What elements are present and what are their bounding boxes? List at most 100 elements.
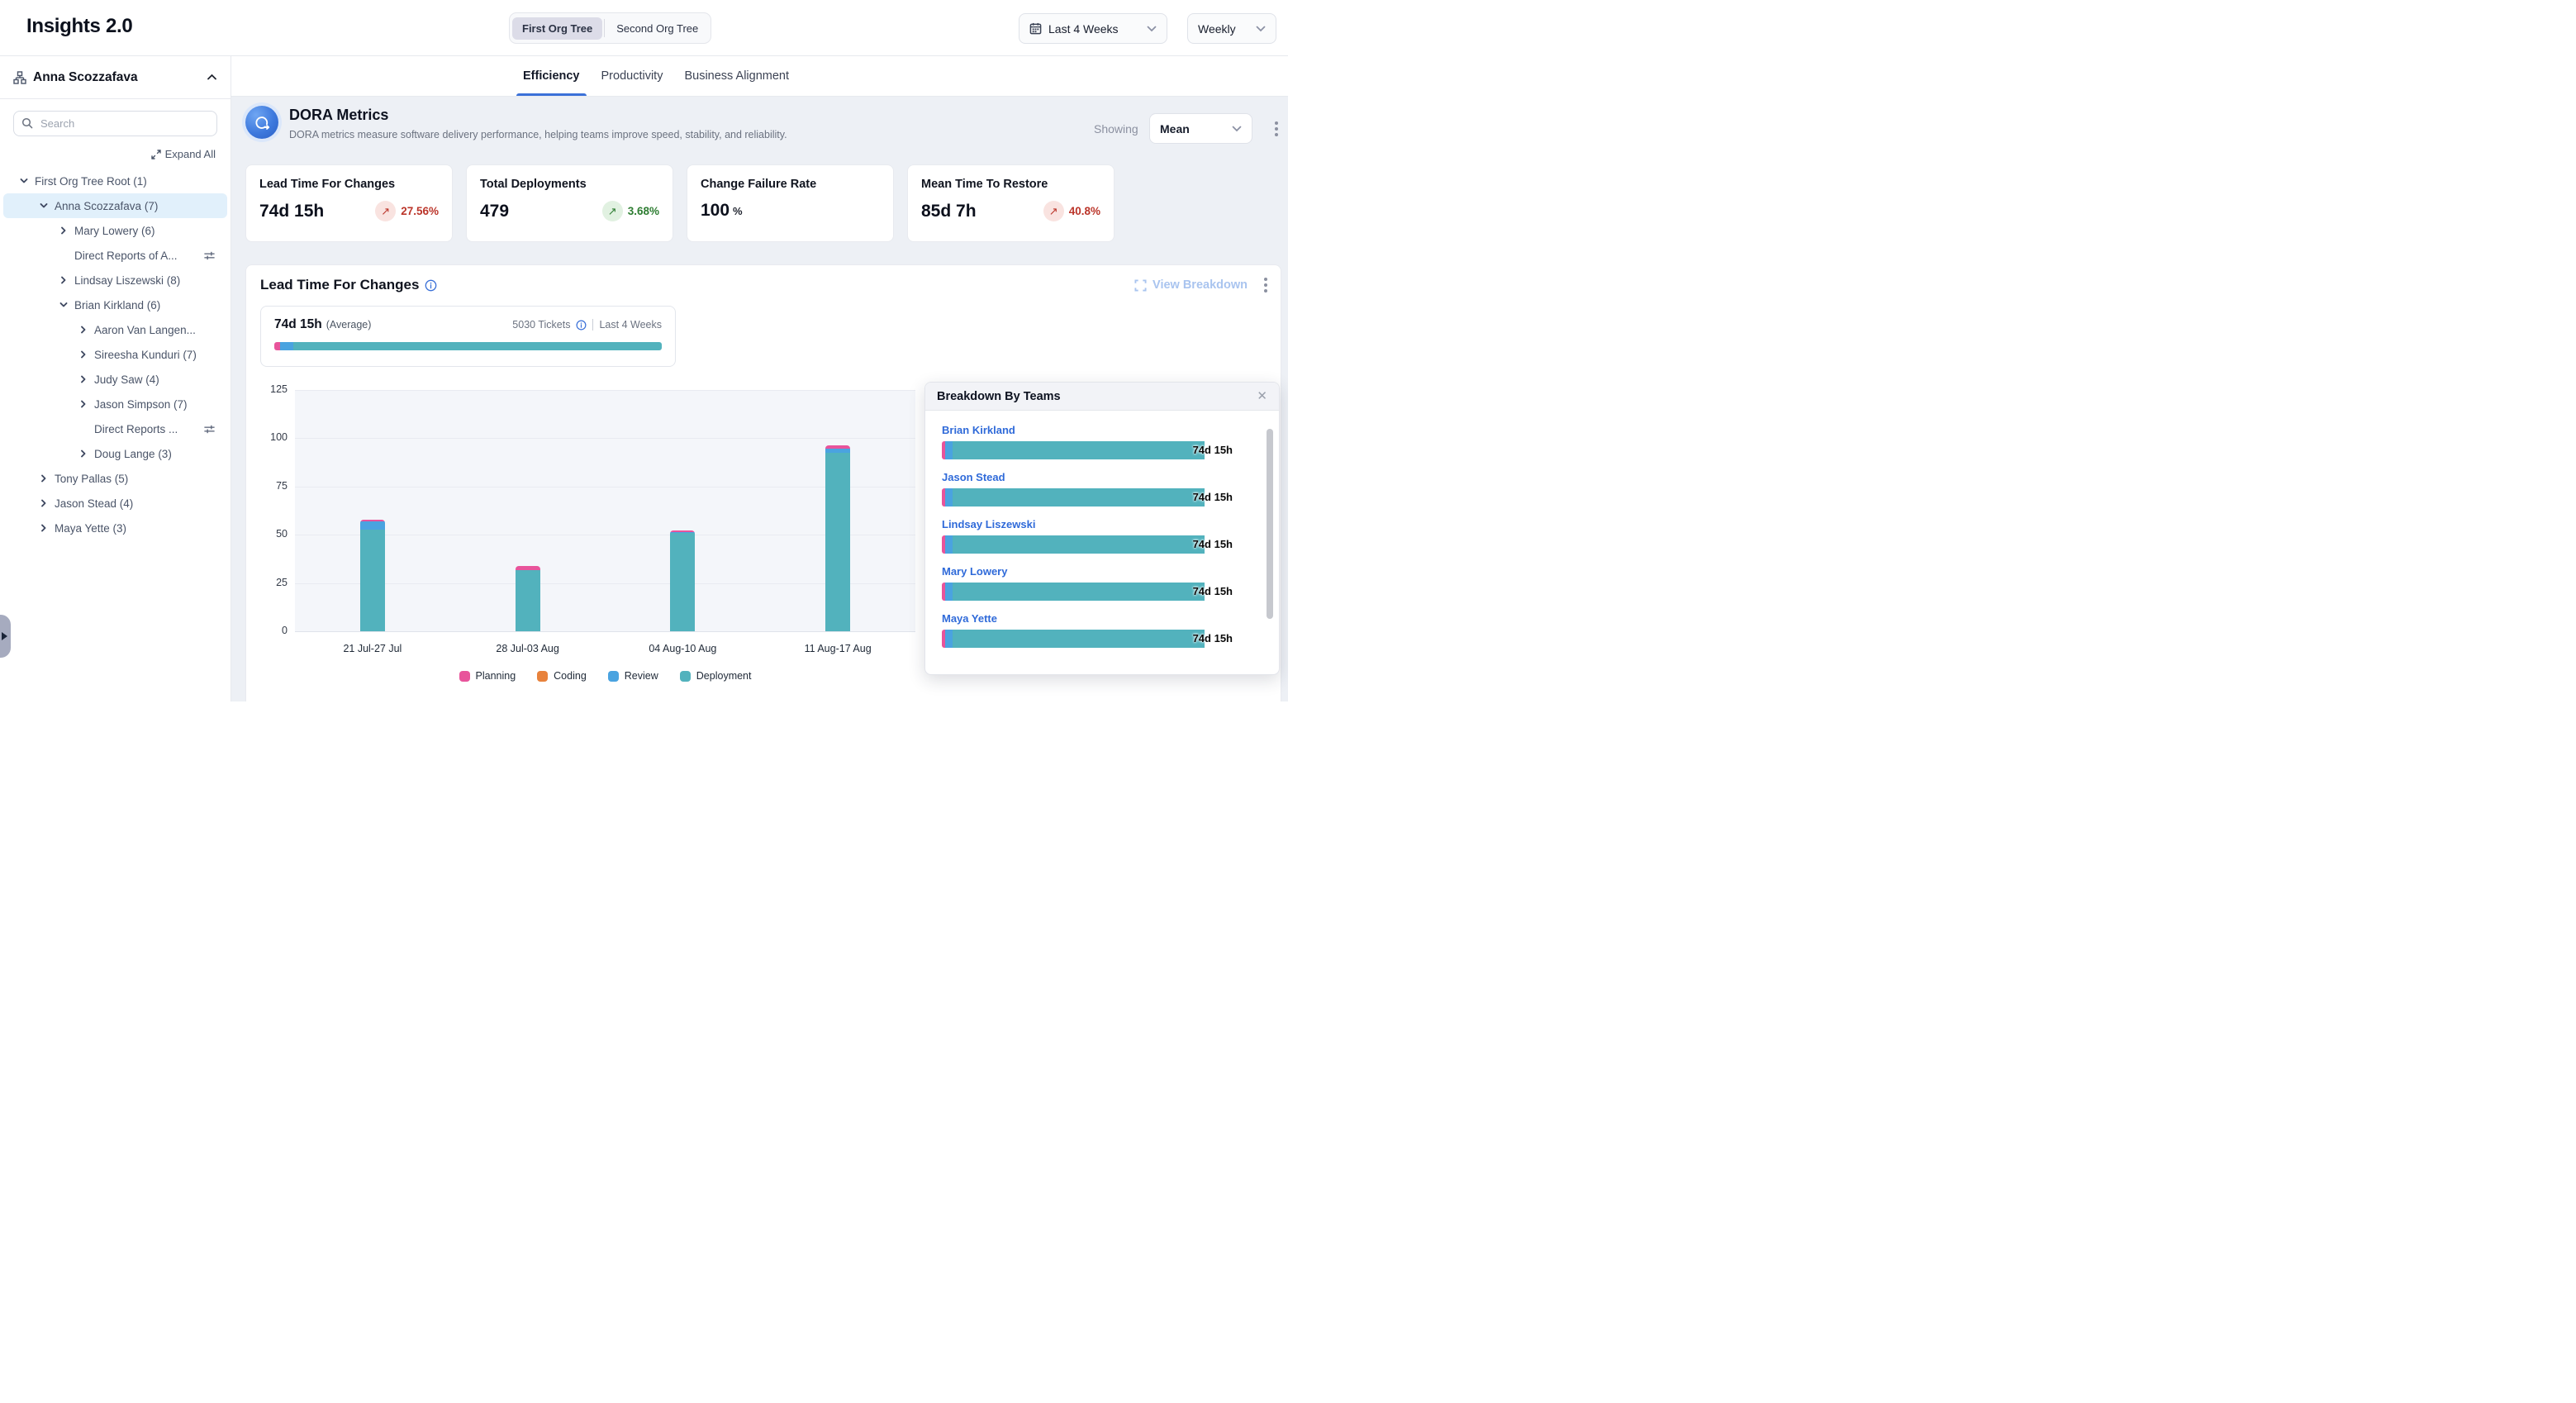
info-icon[interactable] [425, 279, 437, 292]
trend-delta-value: 3.68% [628, 205, 659, 217]
tree-item-sireesha-kunduri-7[interactable]: Sireesha Kunduri (7) [3, 342, 227, 367]
tree-item-aaron-van-langen[interactable]: Aaron Van Langen... [3, 317, 227, 342]
legend-item-review[interactable]: Review [608, 670, 658, 682]
expand-all-button[interactable]: Expand All [0, 136, 231, 165]
tab-business-alignment[interactable]: Business Alignment [684, 56, 789, 96]
tree-item-tony-pallas-5[interactable]: Tony Pallas (5) [3, 466, 227, 491]
team-phase-bar: 74d 15h [942, 488, 1233, 507]
org-chart-icon [13, 71, 26, 84]
org-toggle-option[interactable]: First Org Tree [512, 17, 602, 40]
team-name-link[interactable]: Mary Lowery [942, 565, 1233, 578]
dora-menu-button[interactable] [1275, 121, 1278, 136]
legend-item-planning[interactable]: Planning [459, 670, 516, 682]
x-axis-tick-label: 28 Jul-03 Aug [450, 643, 606, 654]
showing-select[interactable]: Mean [1149, 113, 1252, 144]
metric-card-value: 85d 7h [921, 202, 977, 221]
deployment-segment [293, 342, 662, 350]
team-name-link[interactable]: Lindsay Liszewski [942, 518, 1233, 530]
chevron-up-icon[interactable] [207, 74, 217, 81]
review-segment [945, 488, 953, 507]
chevron-down-icon[interactable] [18, 175, 30, 187]
metric-cards-row: Lead Time For Changes74d 15h↗27.56%Total… [245, 164, 1115, 242]
chevron-right-icon[interactable] [78, 373, 89, 385]
chevron-right-icon[interactable] [78, 448, 89, 459]
stacked-bar-04-aug-10-aug[interactable] [670, 530, 695, 631]
info-icon[interactable] [576, 320, 587, 331]
average-phase-bar [274, 342, 662, 350]
metric-card-value: 479 [480, 202, 509, 221]
review-segment [280, 342, 292, 350]
average-value: 74d 15h [274, 317, 322, 332]
filter-sliders-icon[interactable] [203, 250, 216, 262]
team-phase-bar: 74d 15h [942, 583, 1233, 601]
bar-slot [760, 390, 915, 631]
org-tree-toggle[interactable]: First Org TreeSecond Org Tree [509, 12, 711, 44]
tree-item-direct-reports[interactable]: Direct Reports ... [3, 416, 227, 441]
legend-item-deployment[interactable]: Deployment [680, 670, 752, 682]
tree-item-label: Aaron Van Langen... [94, 324, 227, 336]
main-tab-bar: Efficiency Productivity Business Alignment [231, 56, 1288, 97]
team-name-link[interactable]: Brian Kirkland [942, 424, 1233, 436]
tree-item-brian-kirkland-6[interactable]: Brian Kirkland (6) [3, 292, 227, 317]
showing-value: Mean [1160, 122, 1190, 136]
tree-item-label: Doug Lange (3) [94, 448, 227, 460]
tree-item-mary-lowery-6[interactable]: Mary Lowery (6) [3, 218, 227, 243]
showing-label: Showing [1094, 122, 1138, 136]
deployment-segment [953, 441, 1204, 459]
chevron-right-icon[interactable] [58, 225, 69, 236]
filter-sliders-icon[interactable] [203, 423, 216, 435]
team-name-link[interactable]: Maya Yette [942, 612, 1233, 625]
tree-item-doug-lange-3[interactable]: Doug Lange (3) [3, 441, 227, 466]
trend-delta-value: 40.8% [1069, 205, 1100, 217]
chevron-right-icon[interactable] [38, 522, 50, 534]
tab-productivity[interactable]: Productivity [601, 56, 663, 96]
stacked-bar-28-jul-03-aug[interactable] [516, 566, 540, 631]
chevron-down-icon[interactable] [58, 299, 69, 311]
team-phase-bar: 74d 15h [942, 535, 1233, 554]
chevron-right-icon[interactable] [58, 274, 69, 286]
chevron-right-icon[interactable] [38, 473, 50, 484]
legend-item-coding[interactable]: Coding [537, 670, 587, 682]
close-icon[interactable]: ✕ [1257, 390, 1267, 402]
chevron-down-icon[interactable] [38, 200, 50, 212]
x-axis-tick-label: 04 Aug-10 Aug [606, 643, 761, 654]
tree-item-jason-simpson-7[interactable]: Jason Simpson (7) [3, 392, 227, 416]
chevron-right-icon[interactable] [78, 398, 89, 410]
search-input[interactable] [13, 111, 217, 136]
sidebar-header[interactable]: Anna Scozzafava [0, 56, 231, 99]
team-name-link[interactable]: Jason Stead [942, 471, 1233, 483]
sidebar-user-name: Anna Scozzafava [33, 70, 200, 85]
stacked-bar-21-jul-27-jul[interactable] [360, 520, 385, 631]
stacked-bar-11-aug-17-aug[interactable] [825, 445, 850, 631]
tree-item-lindsay-liszewski-8[interactable]: Lindsay Liszewski (8) [3, 268, 227, 292]
tree-item-maya-yette-3[interactable]: Maya Yette (3) [3, 516, 227, 540]
planning-segment [274, 342, 280, 350]
tree-item-label: Lindsay Liszewski (8) [74, 274, 227, 287]
team-phase-bar: 74d 15h [942, 630, 1233, 648]
x-axis-tick-label: 11 Aug-17 Aug [760, 643, 915, 654]
granularity-select[interactable]: Weekly [1187, 13, 1276, 44]
tree-item-first-org-tree-root-1[interactable]: First Org Tree Root (1) [3, 169, 227, 193]
lead-time-menu-button[interactable] [1264, 278, 1267, 292]
tab-efficiency[interactable]: Efficiency [523, 56, 580, 96]
tree-item-anna-scozzafava-7[interactable]: Anna Scozzafava (7) [3, 193, 227, 218]
sidebar-collapse-handle[interactable] [0, 615, 11, 658]
date-range-select[interactable]: Last 4 Weeks [1019, 13, 1167, 44]
chevron-right-icon[interactable] [78, 324, 89, 335]
chevron-right-icon[interactable] [78, 349, 89, 360]
org-toggle-option[interactable]: Second Org Tree [606, 17, 708, 40]
tickets-count: 5030 Tickets [512, 319, 570, 331]
legend-swatch [537, 671, 548, 682]
tree-item-judy-saw-4[interactable]: Judy Saw (4) [3, 367, 227, 392]
y-axis-tick-label: 100 [253, 431, 288, 443]
view-breakdown-button[interactable]: View Breakdown [1134, 278, 1248, 292]
tree-item-direct-reports-of-a[interactable]: Direct Reports of A... [3, 243, 227, 268]
breakdown-row-mary-lowery: Mary Lowery 74d 15h [942, 565, 1233, 601]
metric-card-change-failure-rate: Change Failure Rate100% [687, 164, 894, 242]
tree-item-jason-stead-4[interactable]: Jason Stead (4) [3, 491, 227, 516]
metric-card-unit: % [733, 205, 743, 217]
panel-scrollbar-thumb[interactable] [1267, 429, 1273, 619]
trend-delta-value: 27.56% [401, 205, 439, 217]
metric-card-total-deployments: Total Deployments479↗3.68% [466, 164, 673, 242]
chevron-right-icon[interactable] [38, 497, 50, 509]
